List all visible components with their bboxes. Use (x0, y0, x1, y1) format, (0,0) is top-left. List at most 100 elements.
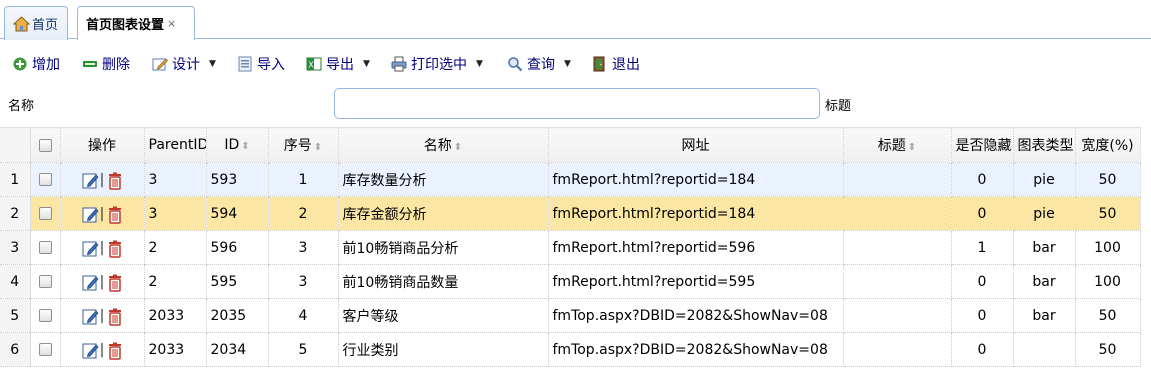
col-width[interactable]: 宽度(%) (1075, 127, 1141, 163)
col-parent-id[interactable]: ParentID (144, 127, 207, 163)
trash-icon[interactable] (106, 206, 122, 224)
tab-home[interactable]: 首页 (4, 6, 68, 40)
row-checkbox[interactable] (38, 207, 52, 220)
select-all-checkbox-cell[interactable] (30, 127, 61, 163)
row-checkbox-cell[interactable] (30, 162, 61, 197)
table-row[interactable]: 5 | 2033 2035 4 客户等级 fmTop.aspx?DBID=208… (0, 298, 1141, 333)
delete-button[interactable]: 删除 (82, 55, 130, 73)
select-all-checkbox[interactable] (38, 138, 52, 152)
row-number: 4 (0, 264, 31, 299)
cell-chart-type: pie (1013, 162, 1076, 197)
table-row[interactable]: 3 | 2 596 3 前10畅销商品分析 fmReport.html?repo… (0, 230, 1141, 265)
exit-label: 退出 (612, 57, 640, 73)
edit-pencil-icon[interactable] (82, 274, 99, 290)
print-selected-button[interactable]: 打印选中 ▼ (391, 55, 483, 73)
trash-icon[interactable] (106, 342, 122, 360)
cell-width: 100 (1075, 264, 1141, 299)
row-checkbox[interactable] (38, 173, 52, 186)
table-row[interactable]: 1 | 3 593 1 库存数量分析 fmReport.html?reporti… (0, 162, 1141, 197)
col-url-label: 网址 (681, 138, 710, 154)
table-row[interactable]: 4 | 2 595 3 前10畅销商品数量 fmReport.html?repo… (0, 264, 1141, 299)
cell-chart-type: bar (1013, 298, 1076, 333)
cell-parent-id: 3 (144, 162, 207, 197)
ops-divider: | (99, 205, 105, 222)
sort-icon: ⬍ (453, 142, 463, 153)
query-button[interactable]: 查询 ▼ (507, 55, 571, 73)
col-id[interactable]: ID ⬍ (206, 127, 269, 163)
col-seq[interactable]: 序号 ⬍ (268, 127, 339, 163)
exit-button[interactable]: 退出 (592, 55, 640, 73)
trash-icon[interactable] (106, 240, 122, 258)
trash-icon[interactable] (106, 308, 122, 326)
col-title[interactable]: 标题 ⬍ (843, 127, 952, 163)
print-label: 打印选中 (411, 57, 467, 73)
edit-pencil-icon[interactable] (82, 172, 99, 188)
cell-url: fmReport.html?reportid=184 (548, 196, 844, 231)
remove-bar-icon (82, 56, 98, 72)
row-checkbox-cell[interactable] (30, 264, 61, 299)
tab-close-icon[interactable]: × (167, 17, 176, 30)
col-chart-type[interactable]: 图表类型 (1013, 127, 1076, 163)
cell-hidden: 0 (951, 196, 1014, 231)
cell-name: 库存数量分析 (338, 162, 549, 197)
design-button[interactable]: 设计 ▼ (152, 55, 216, 73)
row-ops: | (60, 162, 145, 197)
col-name-label: 名称 (423, 138, 452, 154)
row-checkbox[interactable] (38, 241, 52, 254)
edit-pencil-icon[interactable] (82, 206, 99, 222)
cell-seq: 2 (268, 196, 339, 231)
design-label: 设计 (172, 57, 200, 73)
col-name[interactable]: 名称 ⬍ (338, 127, 549, 163)
add-button[interactable]: 增加 (12, 55, 60, 73)
cell-width: 50 (1075, 162, 1141, 197)
table-row[interactable]: 6 | 2033 2034 5 行业类别 fmTop.aspx?DBID=208… (0, 332, 1141, 367)
cell-name: 行业类别 (338, 332, 549, 367)
row-checkbox[interactable] (38, 343, 52, 356)
name-filter-input[interactable] (334, 88, 820, 119)
col-seq-label: 序号 (283, 138, 312, 154)
edit-pencil-icon[interactable] (82, 342, 99, 358)
row-checkbox[interactable] (38, 309, 52, 322)
row-number: 5 (0, 298, 31, 333)
grid-header-row: 操作 ParentID ID ⬍ 序号 ⬍ 名称 ⬍ 网址 标题 ⬍ 是否隐藏 图表类型… (0, 127, 1141, 163)
cell-url: fmReport.html?reportid=596 (548, 230, 844, 265)
table-row[interactable]: 2 | 3 594 2 库存金额分析 fmReport.html?reporti… (0, 196, 1141, 231)
row-checkbox-cell[interactable] (30, 332, 61, 367)
rownum-header (0, 127, 31, 163)
row-number: 2 (0, 196, 31, 231)
cell-title (843, 332, 952, 367)
toolbar: 增加 删除 设计 ▼ 导入 X 导出 ▼ 打印选中 ▼ 查询 ▼ 退出 (0, 47, 1151, 81)
edit-pencil-icon[interactable] (82, 308, 99, 324)
chevron-down-icon: ▼ (564, 59, 571, 69)
col-hidden[interactable]: 是否隐藏 (951, 127, 1014, 163)
import-label: 导入 (257, 57, 285, 73)
data-grid: 操作 ParentID ID ⬍ 序号 ⬍ 名称 ⬍ 网址 标题 ⬍ 是否隐藏 图表类型… (0, 127, 1151, 367)
trash-icon[interactable] (106, 172, 122, 190)
cell-id: 2034 (206, 332, 269, 367)
ops-divider: | (99, 171, 105, 188)
import-button[interactable]: 导入 (237, 55, 285, 73)
sort-icon: ⬍ (241, 141, 250, 152)
cell-hidden: 0 (951, 332, 1014, 367)
row-checkbox[interactable] (38, 275, 52, 288)
tab-chart-settings[interactable]: 首页图表设置 × (77, 6, 195, 40)
col-title-label: 标题 (877, 138, 906, 154)
export-button[interactable]: X 导出 ▼ (306, 55, 370, 73)
export-label: 导出 (326, 57, 354, 73)
cell-id: 2035 (206, 298, 269, 333)
tab-bar: 首页 首页图表设置 × (0, 0, 1151, 40)
cell-name: 库存金额分析 (338, 196, 549, 231)
import-sheet-icon (237, 56, 253, 72)
col-url[interactable]: 网址 (548, 127, 844, 163)
cell-name: 前10畅销商品分析 (338, 230, 549, 265)
col-width-label: 宽度(%) (1081, 138, 1134, 154)
row-ops: | (60, 264, 145, 299)
row-checkbox-cell[interactable] (30, 196, 61, 231)
cell-title (843, 230, 952, 265)
row-checkbox-cell[interactable] (30, 298, 61, 333)
trash-icon[interactable] (106, 274, 122, 292)
cell-url: fmReport.html?reportid=184 (548, 162, 844, 197)
col-chart-type-label: 图表类型 (1017, 138, 1074, 154)
edit-pencil-icon[interactable] (82, 240, 99, 256)
row-checkbox-cell[interactable] (30, 230, 61, 265)
